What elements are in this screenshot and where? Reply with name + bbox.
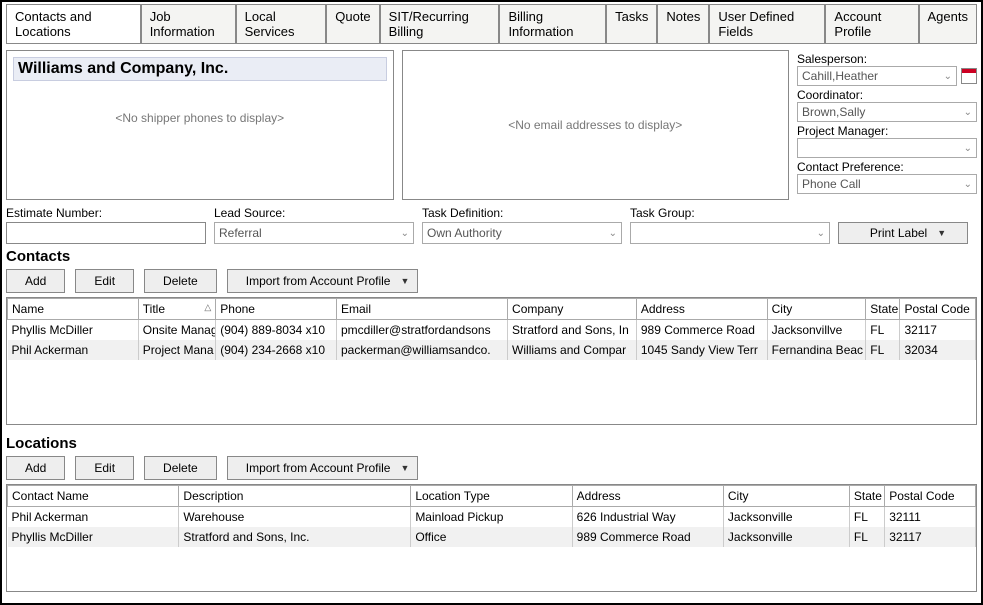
lcol-postal[interactable]: Postal Code [885,486,976,507]
chevron-down-icon: ⌄ [964,107,972,118]
contact-pref-combo[interactable]: Phone Call ⌄ [797,174,977,194]
calendar-icon[interactable] [961,68,977,84]
contacts-edit-button[interactable]: Edit [75,269,134,293]
tab-local-services[interactable]: Local Services [236,4,327,43]
salesperson-label: Salesperson: [797,52,977,66]
lead-source-combo[interactable]: Referral ⌄ [214,222,414,244]
tab-user-defined[interactable]: User Defined Fields [709,4,825,43]
lcol-desc[interactable]: Description [179,486,411,507]
col-city[interactable]: City [767,299,866,320]
pm-label: Project Manager: [797,124,977,138]
chevron-down-icon: ⌄ [944,71,952,82]
phones-placeholder: <No shipper phones to display> [13,81,387,155]
tab-job-information[interactable]: Job Information [141,4,236,43]
contacts-add-button[interactable]: Add [6,269,65,293]
col-email[interactable]: Email [337,299,508,320]
lead-source-label: Lead Source: [214,206,414,220]
tab-account-profile[interactable]: Account Profile [825,4,918,43]
locations-add-button[interactable]: Add [6,456,65,480]
task-group-combo[interactable]: ⌄ [630,222,830,244]
lcol-loctype[interactable]: Location Type [411,486,572,507]
company-name: Williams and Company, Inc. [13,57,387,81]
estimate-number-input[interactable] [6,222,206,244]
salesperson-combo[interactable]: Cahill,Heather ⌄ [797,66,957,86]
contacts-delete-button[interactable]: Delete [144,269,217,293]
col-name[interactable]: Name [8,299,139,320]
emails-placeholder: <No email addresses to display> [508,118,682,132]
locations-import-button[interactable]: Import from Account Profile [227,456,419,480]
chevron-down-icon: ⌄ [964,179,972,190]
tab-contacts-locations[interactable]: Contacts and Locations [6,4,141,43]
contacts-import-button[interactable]: Import from Account Profile [227,269,419,293]
locations-delete-button[interactable]: Delete [144,456,217,480]
tab-billing-info[interactable]: Billing Information [499,4,606,43]
col-phone[interactable]: Phone [216,299,337,320]
task-group-label: Task Group: [630,206,830,220]
tab-sit-recurring[interactable]: SIT/Recurring Billing [380,4,500,43]
col-state[interactable]: State [866,299,900,320]
locations-header: Locations [6,435,977,452]
print-label-button[interactable]: Print Label [838,222,968,244]
tab-tasks[interactable]: Tasks [606,4,657,43]
table-row[interactable]: Phil Ackerman Project Mana (904) 234-266… [8,340,976,360]
lcol-city[interactable]: City [723,486,849,507]
coordinator-label: Coordinator: [797,88,977,102]
table-row[interactable]: Phyllis McDiller Stratford and Sons, Inc… [8,527,976,547]
chevron-down-icon: ⌄ [609,228,617,239]
right-fields: Salesperson: Cahill,Heather ⌄ Coordinato… [797,50,977,200]
task-def-combo[interactable]: Own Authority ⌄ [422,222,622,244]
tab-agents[interactable]: Agents [919,4,977,43]
chevron-down-icon: ⌄ [817,228,825,239]
table-row[interactable]: Phyllis McDiller Onsite Manag (904) 889-… [8,320,976,341]
tab-bar: Contacts and Locations Job Information L… [6,4,977,44]
contact-pref-value: Phone Call [802,177,861,191]
estimate-label: Estimate Number: [6,206,206,220]
contacts-header: Contacts [6,248,977,265]
chevron-down-icon: ⌄ [401,228,409,239]
contact-pref-label: Contact Preference: [797,160,977,174]
coordinator-value: Brown,Sally [802,105,865,119]
locations-edit-button[interactable]: Edit [75,456,134,480]
contacts-grid[interactable]: Name Title△ Phone Email Company Address … [6,297,977,425]
col-title[interactable]: Title△ [138,299,215,320]
email-panel: <No email addresses to display> [402,50,790,200]
lcol-state[interactable]: State [849,486,884,507]
tab-notes[interactable]: Notes [657,4,709,43]
coordinator-combo[interactable]: Brown,Sally ⌄ [797,102,977,122]
tab-quote[interactable]: Quote [326,4,379,43]
sort-asc-icon: △ [204,302,211,313]
pm-combo[interactable]: ⌄ [797,138,977,158]
col-postal[interactable]: Postal Code [900,299,976,320]
salesperson-value: Cahill,Heather [802,69,878,83]
lcol-address[interactable]: Address [572,486,723,507]
shipper-phones-panel: Williams and Company, Inc. <No shipper p… [6,50,394,200]
task-def-value: Own Authority [427,226,502,240]
col-company[interactable]: Company [508,299,637,320]
lead-source-value: Referral [219,226,262,240]
table-row[interactable]: Phil Ackerman Warehouse Mainload Pickup … [8,507,976,528]
task-def-label: Task Definition: [422,206,622,220]
col-address[interactable]: Address [636,299,767,320]
lcol-contact[interactable]: Contact Name [8,486,179,507]
chevron-down-icon: ⌄ [964,143,972,154]
locations-grid[interactable]: Contact Name Description Location Type A… [6,484,977,592]
